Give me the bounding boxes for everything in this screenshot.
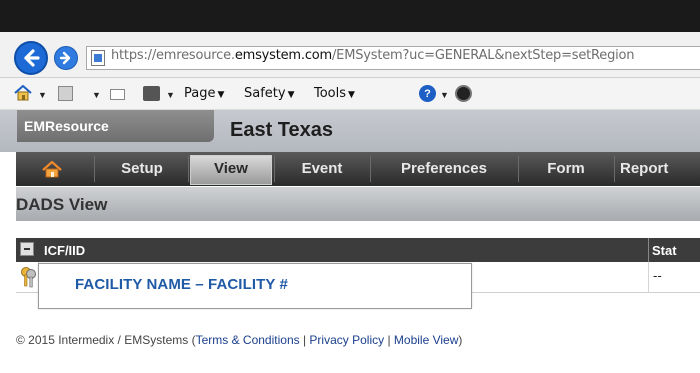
feed-dropdown-icon[interactable]: ▼ (92, 90, 101, 100)
footer-copyright: © 2015 Intermedix / EMSystems ( (16, 333, 196, 347)
menu-item-setup[interactable]: Setup (98, 152, 186, 186)
safety-menu-label: Safety (244, 86, 286, 101)
url-domain: emsystem.com (234, 48, 332, 63)
home-menu-icon[interactable] (42, 161, 62, 178)
table-header (16, 238, 700, 262)
home-dropdown-icon[interactable]: ▼ (38, 90, 47, 100)
menu-separator (188, 156, 189, 182)
footer: © 2015 Intermedix / EMSystems (Terms & C… (16, 333, 462, 347)
chevron-down-icon: ▼ (217, 90, 225, 100)
help-icon[interactable]: ? (419, 85, 436, 102)
terms-link[interactable]: Terms & Conditions (196, 333, 300, 347)
url-path: /EMSystem?uc=GENERAL&nextStep=setRegion (332, 48, 635, 63)
facility-name[interactable]: FACILITY NAME – FACILITY # (75, 276, 288, 293)
menu-item-view[interactable]: View (190, 152, 272, 186)
menu-item-form[interactable]: Form (520, 152, 612, 186)
url-text[interactable]: https://emresource.emsystem.com/EMSystem… (111, 48, 635, 63)
feed-icon[interactable] (58, 86, 73, 101)
arrow-right-icon (59, 51, 71, 65)
browser-top-strip (0, 0, 700, 32)
view-title-bar (16, 187, 700, 221)
help-glyph: ? (424, 87, 431, 100)
footer-close: ) (458, 333, 463, 347)
column-separator (648, 238, 649, 262)
tools-menu-label: Tools (314, 86, 347, 101)
footer-separator: | (299, 333, 310, 347)
menu-separator (370, 156, 371, 182)
chevron-down-icon: ▼ (348, 90, 355, 100)
help-dropdown-icon[interactable]: ▼ (440, 90, 449, 100)
home-icon[interactable] (14, 85, 32, 101)
page-menu-label: Page (184, 86, 216, 101)
view-title: DADS View (16, 195, 108, 214)
column-header-status[interactable]: Stat (652, 243, 677, 258)
forward-button[interactable] (54, 46, 78, 70)
page-icon (91, 50, 105, 66)
print-dropdown-icon[interactable]: ▼ (166, 90, 175, 100)
mail-icon[interactable] (110, 89, 125, 100)
menu-separator (274, 156, 275, 182)
status-cell: -- (653, 268, 662, 283)
menu-item-preferences[interactable]: Preferences (372, 152, 516, 186)
url-prefix: https://emresource. (111, 48, 235, 63)
safety-menu[interactable]: Safety ▼ (244, 86, 295, 101)
arrow-left-icon (24, 49, 40, 67)
page-menu[interactable]: Page ▼ (184, 86, 224, 101)
menu-separator (94, 156, 95, 182)
chevron-down-icon: ▼ (287, 90, 295, 100)
menu-separator (614, 156, 615, 182)
menu-item-report[interactable]: Report (620, 152, 700, 186)
collapse-icon[interactable] (20, 242, 34, 256)
brand-name: EMResource (24, 118, 109, 134)
menu-item-event[interactable]: Event (276, 152, 368, 186)
privacy-link[interactable]: Privacy Policy (309, 333, 384, 347)
mobile-view-link[interactable]: Mobile View (394, 333, 458, 347)
tools-menu[interactable]: Tools ▼ (314, 86, 355, 101)
menu-separator (518, 156, 519, 182)
cell-separator (648, 262, 649, 293)
research-icon[interactable] (455, 85, 472, 102)
region-name: East Texas (230, 119, 334, 141)
column-header-name[interactable]: ICF/IID (44, 243, 85, 258)
footer-separator: | (384, 333, 394, 347)
print-icon[interactable] (143, 86, 160, 101)
keys-icon[interactable] (20, 266, 38, 288)
back-button[interactable] (14, 41, 48, 75)
